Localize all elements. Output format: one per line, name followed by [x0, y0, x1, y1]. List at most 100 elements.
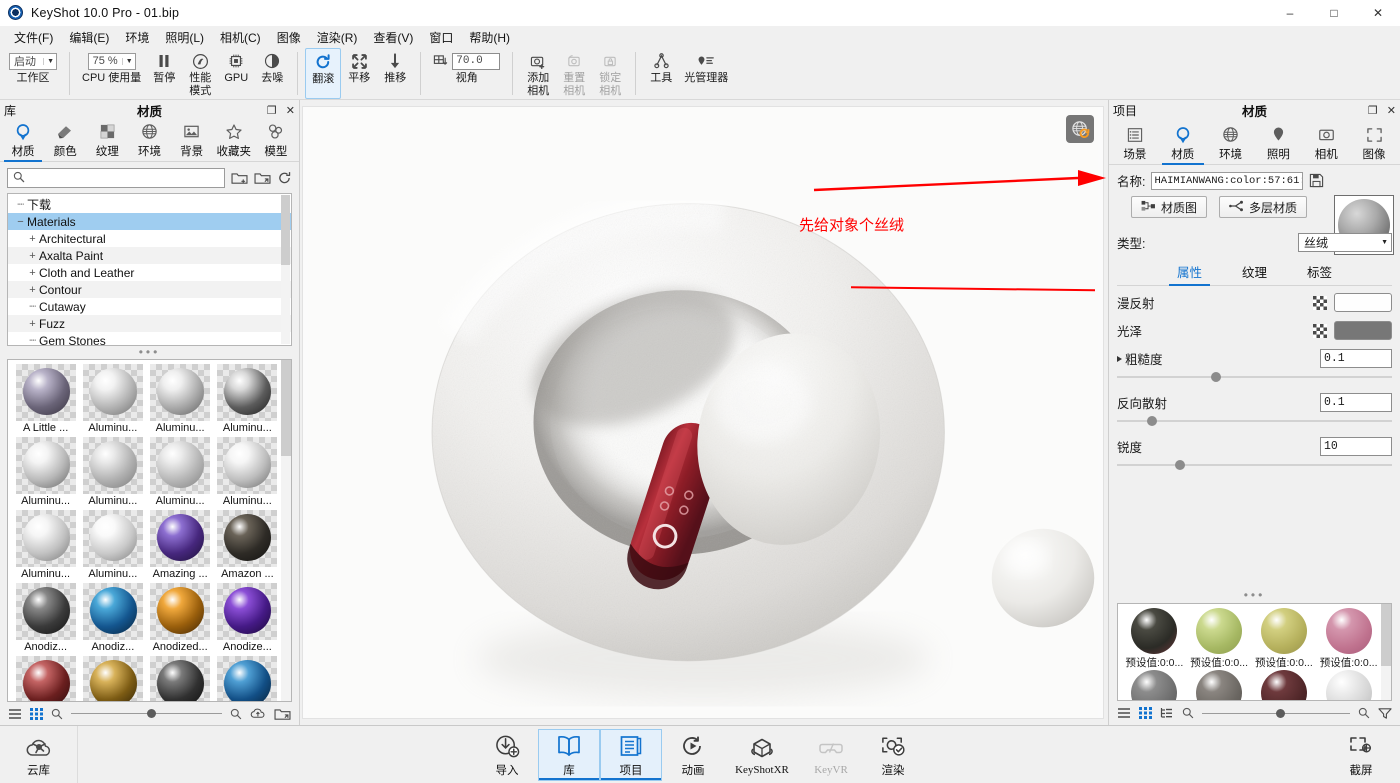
- texture-checker-icon[interactable]: [1313, 296, 1327, 310]
- menu-view[interactable]: 查看(V): [365, 27, 421, 48]
- pause-button[interactable]: 暂停: [146, 48, 182, 99]
- material-preset-item[interactable]: 预设值:0:0...: [1252, 608, 1317, 670]
- project-zoom-slider[interactable]: [1202, 707, 1350, 719]
- material-swatch-item[interactable]: [214, 654, 281, 702]
- project-tab-lighting[interactable]: 照明: [1255, 124, 1301, 164]
- menu-image[interactable]: 图像: [269, 27, 309, 48]
- material-thumbnail[interactable]: [150, 510, 210, 567]
- tools-button[interactable]: 工具: [643, 48, 679, 99]
- tree-item-materials[interactable]: −Materials: [8, 213, 291, 230]
- material-swatch-item[interactable]: [147, 654, 214, 702]
- project-restore-icon[interactable]: ❐: [1368, 104, 1378, 117]
- diffuse-color-swatch[interactable]: [1334, 293, 1392, 312]
- material-preset-item[interactable]: 预设值:0:0...: [1122, 608, 1187, 670]
- project-tab-environment[interactable]: 环境: [1208, 124, 1254, 164]
- material-thumbnail[interactable]: [150, 656, 210, 702]
- menu-camera[interactable]: 相机(C): [212, 27, 269, 48]
- material-swatch-item[interactable]: Anodize...: [214, 581, 281, 654]
- backscatter-slider[interactable]: [1117, 414, 1392, 428]
- material-swatch-item[interactable]: Aluminu...: [79, 508, 146, 581]
- material-swatch-item[interactable]: Aluminu...: [79, 435, 146, 508]
- list-view-icon[interactable]: [1117, 707, 1131, 719]
- material-grid-scrollbar-thumb[interactable]: [281, 360, 291, 456]
- material-swatch-item[interactable]: Amazon ...: [214, 508, 281, 581]
- presets-scrollbar[interactable]: [1381, 604, 1391, 700]
- tree-expander[interactable]: +: [26, 318, 39, 330]
- dock-keyvr-button[interactable]: KeyVR: [800, 729, 862, 781]
- material-thumbnail[interactable]: [16, 364, 76, 421]
- tree-item-architectural[interactable]: +Architectural: [8, 230, 291, 247]
- material-swatch-item[interactable]: Anodized...: [147, 581, 214, 654]
- expand-triangle-icon[interactable]: [1117, 356, 1122, 362]
- library-tab-favorites[interactable]: 收藏夹: [213, 121, 255, 161]
- material-swatch-item[interactable]: Aluminu...: [147, 362, 214, 435]
- minimize-button[interactable]: –: [1268, 0, 1312, 26]
- material-swatch-item[interactable]: [79, 654, 146, 702]
- material-thumbnail[interactable]: [150, 583, 210, 640]
- library-tab-materials[interactable]: 材质: [2, 121, 44, 161]
- material-thumbnail[interactable]: [217, 510, 277, 567]
- tree-item-contour[interactable]: +Contour: [8, 281, 291, 298]
- tree-scrollbar[interactable]: [281, 195, 290, 344]
- project-splitter-handle[interactable]: •••: [1109, 589, 1400, 603]
- material-swatch-item[interactable]: Aluminu...: [12, 435, 79, 508]
- material-swatch-item[interactable]: A Little ...: [12, 362, 79, 435]
- slider-knob[interactable]: [1211, 372, 1221, 382]
- material-swatch-item[interactable]: Aluminu...: [147, 435, 214, 508]
- menu-edit[interactable]: 编辑(E): [61, 27, 117, 48]
- tree-item-gem-stones[interactable]: ┈Gem Stones: [8, 332, 291, 346]
- folder-import-icon[interactable]: [254, 171, 271, 185]
- tree-expander[interactable]: +: [26, 267, 39, 279]
- slider-knob[interactable]: [1147, 416, 1157, 426]
- material-graph-button[interactable]: 材质图: [1131, 196, 1207, 218]
- folder-open-icon[interactable]: [274, 707, 291, 721]
- tree-expander[interactable]: ┈: [14, 198, 27, 211]
- tree-expander[interactable]: ┈: [26, 334, 39, 346]
- material-thumbnail[interactable]: [217, 364, 277, 421]
- folder-add-icon[interactable]: [231, 171, 248, 185]
- menu-environment[interactable]: 环境: [117, 27, 157, 48]
- material-thumbnail[interactable]: [83, 583, 143, 640]
- zoom-out-icon[interactable]: [1182, 707, 1194, 719]
- material-type-dropdown[interactable]: 丝绒 ▼: [1298, 233, 1392, 252]
- tree-item-cloth-and-leather[interactable]: +Cloth and Leather: [8, 264, 291, 281]
- workspace-dropdown[interactable]: 启动 ▼: [9, 53, 57, 70]
- tree-item-axalta-paint[interactable]: +Axalta Paint: [8, 247, 291, 264]
- material-thumbnail[interactable]: [16, 437, 76, 494]
- material-thumbnail[interactable]: [16, 656, 76, 702]
- presets-scrollbar-thumb[interactable]: [1381, 604, 1391, 666]
- tree-item-cutaway[interactable]: ┈Cutaway: [8, 298, 291, 315]
- material-thumbnail[interactable]: [83, 364, 143, 421]
- material-preset-item[interactable]: [1122, 670, 1187, 701]
- material-swatch-item[interactable]: [12, 654, 79, 702]
- material-thumbnail[interactable]: [150, 364, 210, 421]
- fov-input[interactable]: 70.0: [452, 53, 500, 70]
- material-preset-item[interactable]: [1187, 670, 1252, 701]
- zoom-in-icon[interactable]: [230, 708, 242, 720]
- multi-layer-material-button[interactable]: 多层材质: [1219, 196, 1307, 218]
- slider-knob[interactable]: [1276, 709, 1285, 718]
- material-preset-item[interactable]: 预设值:0:0...: [1187, 608, 1252, 670]
- dock-import-button[interactable]: 导入: [476, 729, 538, 781]
- cloud-library-button[interactable]: 云库: [0, 726, 78, 783]
- tree-item-fuzz[interactable]: +Fuzz: [8, 315, 291, 332]
- material-swatch-item[interactable]: Anodiz...: [12, 581, 79, 654]
- library-zoom-slider[interactable]: [71, 708, 222, 720]
- tree-expander[interactable]: +: [26, 233, 39, 245]
- library-tab-environments[interactable]: 环境: [128, 121, 170, 161]
- tree-expander[interactable]: +: [26, 284, 39, 296]
- project-tab-camera[interactable]: 相机: [1303, 124, 1349, 164]
- grid-view-icon[interactable]: [30, 708, 43, 720]
- cpu-usage-control[interactable]: 75 % ▼ CPU 使用量: [77, 48, 146, 99]
- dock-render-button[interactable]: 渲染: [862, 729, 924, 781]
- slider-knob[interactable]: [1175, 460, 1185, 470]
- screenshot-cell[interactable]: 截屏: [1330, 731, 1392, 778]
- material-grid-scrollbar[interactable]: [281, 360, 291, 701]
- library-search-box[interactable]: [7, 168, 225, 188]
- cpu-usage-dropdown[interactable]: 75 % ▼: [88, 53, 136, 70]
- project-tab-scene[interactable]: 场景: [1112, 124, 1158, 164]
- refresh-icon[interactable]: [277, 171, 292, 185]
- material-swatch-item[interactable]: Amazing ...: [147, 508, 214, 581]
- tree-item-downloads[interactable]: ┈下载: [8, 196, 291, 213]
- pan-button[interactable]: 平移: [341, 48, 377, 99]
